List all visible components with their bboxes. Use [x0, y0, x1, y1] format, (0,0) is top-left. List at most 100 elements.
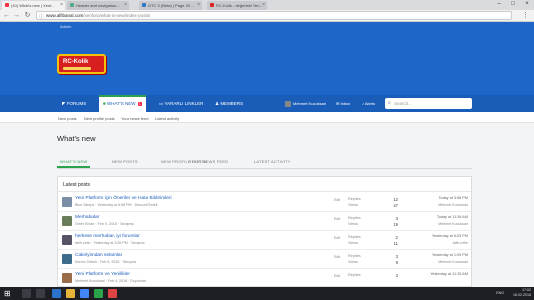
folder-icon[interactable]: [66, 289, 75, 298]
replies-count: 12: [393, 197, 398, 202]
nav-forums[interactable]: ◤ FORUMS: [58, 95, 90, 112]
edit-link[interactable]: Edit: [334, 274, 340, 278]
last-post-time[interactable]: Yesterday at 6:53 PM: [408, 234, 468, 238]
thread-title[interactable]: Yeni Platform için Öneriler ve Hata Bild…: [75, 196, 172, 201]
last-poster[interactable]: Mehmet Kucuksari: [408, 203, 468, 207]
app-icon[interactable]: [94, 289, 103, 298]
main-nav: ◤ FORUMS ■ WHAT'S NEW 1 ▭ YARARLI LINKLE…: [0, 95, 534, 198]
list-item[interactable]: Yeni Platform için Öneriler ve Hata Bild…: [58, 193, 471, 212]
reload-icon[interactable]: ↻: [23, 11, 32, 20]
minimize-icon[interactable]: –: [492, 0, 506, 10]
forward-icon[interactable]: →: [12, 11, 21, 20]
subnav-new-profile-posts[interactable]: New profile posts: [84, 116, 115, 121]
app-icon[interactable]: [108, 289, 117, 298]
views-label: Views: [348, 260, 359, 264]
nav-whats-new[interactable]: ■ WHAT'S NEW 1: [99, 95, 146, 112]
maximize-icon[interactable]: □: [506, 0, 520, 10]
edit-link[interactable]: Edit: [334, 198, 340, 202]
views-label: Views: [348, 241, 359, 245]
inbox-label: Inbox: [340, 101, 351, 106]
tab-new-posts[interactable]: NEW POSTS: [109, 156, 141, 168]
users-icon: ♟: [215, 101, 220, 106]
edit-link[interactable]: Edit: [334, 255, 340, 259]
search-icon[interactable]: [22, 289, 31, 298]
tab-whats-new[interactable]: WHAT'S NEW: [57, 156, 91, 168]
last-post-time[interactable]: Yesterday at 11:35 AM: [408, 272, 468, 276]
edge-icon[interactable]: [52, 289, 61, 298]
replies-label: Replies: [348, 254, 361, 258]
list-item[interactable]: Yeni Platform ve Yenilikler Mehmet Kucuk…: [58, 269, 471, 288]
list-item[interactable]: Cakiriyimdan selamlar Kerem Özbek · Feb …: [58, 250, 471, 269]
bolt-icon: ■: [103, 101, 106, 106]
nav-badge: 1: [137, 102, 142, 106]
user-name: Mehmet Kucuksari: [293, 101, 327, 106]
browser-tab[interactable]: (10) What's new | Xenf... ×: [2, 1, 65, 10]
browser-tab[interactable]: RC-Kolik - değerlekt Yen... ×: [207, 1, 267, 10]
views-label: Views: [348, 203, 359, 207]
back-icon[interactable]: ←: [2, 11, 11, 20]
alerts-label: Alerts: [364, 101, 376, 106]
browser-tab[interactable]: GTC 3 (Beta) | Page 33 ... ×: [139, 1, 202, 10]
last-poster[interactable]: Mehmet Kucuksari: [408, 222, 468, 226]
thread-meta: Ömer Erkan · Feb 9, 2018 · Tanışma: [75, 222, 134, 226]
close-icon[interactable]: ×: [197, 2, 200, 8]
nav-yararli-linkler[interactable]: ▭ YARARLI LINKLER: [155, 95, 207, 112]
chrome-icon[interactable]: [80, 289, 89, 298]
thread-title[interactable]: herkese merhabar, iyi forumlar: [75, 234, 140, 239]
thread-meta: Kerem Özbek · Feb 5, 2018 · Tanışma: [75, 260, 137, 264]
inbox-link[interactable]: ✉ Inbox: [336, 95, 350, 112]
thread-title[interactable]: Yeni Platform ve Yenilikler: [75, 272, 130, 277]
list-item[interactable]: Merhabalar Ömer Erkan · Feb 9, 2018 · Ta…: [58, 212, 471, 231]
whats-new-tabs: WHAT'S NEW NEW POSTS NEW PROFILE POSTS Y…: [57, 156, 472, 169]
edit-link[interactable]: Edit: [334, 217, 340, 221]
last-post-time[interactable]: Today at 3:58 PM: [408, 196, 468, 200]
url-path: /xenforo/what-is-new/index-posts/: [83, 13, 151, 18]
bell-icon: ♪: [362, 101, 364, 106]
views-count: 47: [393, 203, 398, 208]
close-icon[interactable]: ×: [60, 2, 63, 8]
window-close-icon[interactable]: ×: [520, 0, 534, 10]
url-input[interactable]: ⓘ www.alfibanal.com/xenforo/what-is-new/…: [36, 11, 512, 20]
views-label: Views: [348, 222, 359, 226]
clock[interactable]: 17:02 16.02.2018: [513, 288, 531, 298]
replies-label: Replies: [348, 273, 361, 277]
favicon-icon: [5, 3, 9, 7]
search-input[interactable]: ⌕ Search...: [385, 98, 472, 109]
nav-members[interactable]: ♟ MEMBERS: [211, 95, 247, 112]
last-post-time[interactable]: Yesterday at 1:09 PM: [408, 253, 468, 257]
close-icon[interactable]: ×: [262, 2, 265, 8]
last-poster[interactable]: Mehmet Kucuksari: [408, 260, 468, 264]
language-indicator[interactable]: ENG: [496, 291, 504, 295]
nav-label: YARARLI LINKLER: [164, 101, 204, 106]
close-icon[interactable]: ×: [124, 2, 127, 8]
favicon-icon: [70, 3, 74, 7]
site-logo[interactable]: RC-Kolik: [57, 54, 106, 74]
subnav-latest-activity[interactable]: Latest activity: [155, 116, 179, 121]
admin-link[interactable]: Admin: [60, 24, 71, 29]
replies-label: Replies: [348, 197, 361, 201]
thread-title[interactable]: Merhabalar: [75, 215, 99, 220]
list-item[interactable]: herkese merhabar, iyi forumlar fatih.cet…: [58, 231, 471, 250]
last-poster[interactable]: fatih.cetin: [408, 241, 468, 245]
tab-latest-activity[interactable]: LATEST ACTIVITY: [251, 156, 294, 168]
views-count: 9: [395, 260, 398, 265]
replies-label: Replies: [348, 216, 361, 220]
browser-menu-icon[interactable]: ⋮: [522, 11, 529, 19]
tab-your-news-feed[interactable]: YOUR NEWS FEED: [186, 156, 231, 168]
page-title: What's new: [57, 134, 96, 143]
address-bar: ← → ↻ ⓘ www.alfibanal.com/xenforo/what-i…: [0, 10, 534, 22]
alerts-link[interactable]: ♪ Alerts: [362, 95, 375, 112]
last-post-time[interactable]: Today at 11:36 AM: [408, 215, 468, 219]
subnav-new-posts[interactable]: New posts: [58, 116, 77, 121]
task-view-icon[interactable]: [36, 289, 45, 298]
edit-link[interactable]: Edit: [334, 236, 340, 240]
windows-start-icon[interactable]: ⊞: [4, 289, 11, 298]
subnav-your-news-feed[interactable]: Your news feed: [121, 116, 148, 121]
favicon-icon: [210, 3, 214, 7]
browser-tab[interactable]: Header and navigation... ×: [67, 1, 129, 10]
avatar: [62, 254, 72, 264]
thread-title[interactable]: Cakiriyimdan selamlar: [75, 253, 122, 258]
browser-tab-strip: (10) What's new | Xenf... × Header and n…: [0, 0, 534, 10]
thread-meta: Mehmet Kucuksari · Feb 4, 2018 · Duyurul…: [75, 279, 146, 283]
user-menu[interactable]: Mehmet Kucuksari: [285, 95, 326, 112]
